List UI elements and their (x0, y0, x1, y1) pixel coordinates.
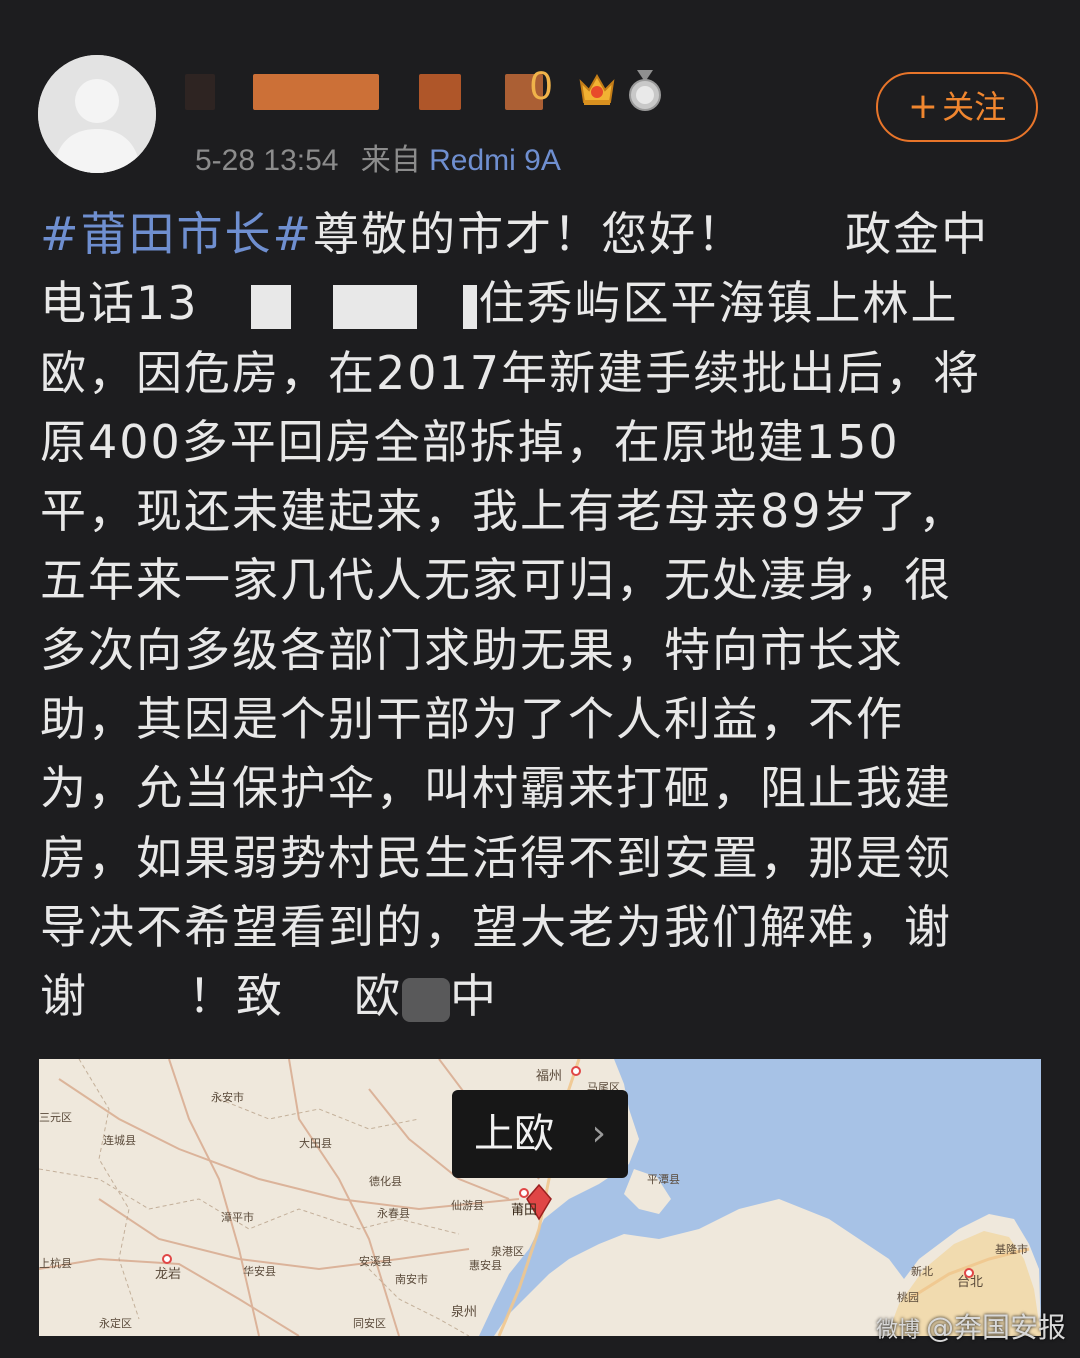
follow-label: 关注 (942, 88, 1007, 126)
location-name: 上欧 (474, 1111, 554, 1157)
crown-badge-icon (579, 73, 615, 105)
post-text: 住秀屿区平海镇上林上 (478, 276, 959, 331)
post-line: 多次向多级各部门求助无果，特向市长求 (40, 622, 904, 677)
map-label: 同安区 (353, 1317, 386, 1330)
map-label: 大田县 (299, 1137, 332, 1150)
weibo-logo-icon: 微博 (875, 1318, 920, 1343)
map-label: 南安市 (395, 1273, 428, 1286)
weibo-watermark: 微博 @奔国安报 (876, 1306, 1066, 1346)
username-redacted[interactable]: 0 (175, 60, 661, 120)
post-text: 欧 (354, 969, 402, 1024)
post-meta: 5-28 13:54 来自 Redmi 9A (195, 135, 561, 179)
post-text: 电话13 (40, 276, 199, 331)
post-line: 助，其因是个别干部为了个人利益，不作 (40, 692, 904, 747)
post-line: 欧，因危房，在2017年新建手续批出后，将 (40, 345, 982, 400)
map-label: 三元区 (39, 1111, 72, 1124)
map-label: 永定区 (99, 1317, 132, 1330)
post-line: 原400多平回房全部拆掉，在原地建150 (40, 414, 900, 469)
user-avatar[interactable] (38, 55, 156, 173)
post-header: 0 5-28 13:54 来自 Redmi 9A + 关注 (0, 40, 1080, 190)
post-line: 平，现还未建起来，我上有老母亲89岁了， (40, 484, 967, 539)
post-text: 中 (450, 969, 498, 1024)
post-line: 五年来一家几代人无家可归，无处凄身，很 (40, 553, 952, 608)
map-label: 仙游县 (451, 1199, 484, 1212)
post-timestamp: 5-28 13:54 (195, 144, 339, 177)
watermark-text: @奔国安报 (925, 1311, 1066, 1344)
map-label: 新北 (911, 1265, 933, 1278)
post-line: 导决不希望看到的，望大老为我们解难，谢 (40, 899, 952, 954)
chevron-right-icon: › (591, 1113, 606, 1154)
default-avatar-icon (38, 55, 156, 173)
map-label: 惠安县 (469, 1259, 502, 1272)
map-label: 福州 (536, 1069, 563, 1084)
post-body: #莆田市长#尊敬的市才！您好！ 政金中 电话13 住秀屿区平海镇上林上 欧，因危房，… (40, 200, 1040, 1032)
medal-badge-icon (629, 70, 661, 111)
follow-button[interactable]: + 关注 (876, 72, 1038, 142)
map-label: 台北 (957, 1275, 984, 1290)
post-text: 谢 (40, 969, 88, 1024)
map-label: 基隆市 (995, 1243, 1028, 1256)
post-text: 尊敬的市才！您好！ (313, 207, 746, 261)
device-link[interactable]: Redmi 9A (429, 144, 561, 177)
map-label: 安溪县 (359, 1255, 392, 1268)
post-line: 为，允当保护伞，叫村霸来打砸，阻止我建 (40, 761, 952, 816)
location-popup[interactable]: 上欧 › (452, 1090, 628, 1178)
post-line: 电话13 住秀屿区平海镇上林上 (40, 269, 1040, 338)
map-label: 桃园 (897, 1291, 919, 1304)
map-label: 永安市 (211, 1091, 244, 1104)
plus-icon: + (907, 86, 939, 127)
redacted-phone (462, 284, 477, 329)
source-label: 来自 (360, 144, 421, 177)
map-label: 上杭县 (39, 1257, 72, 1270)
post-line: #莆田市长#尊敬的市才！您好！ 政金中 (40, 200, 1040, 269)
redacted-phone (250, 284, 291, 329)
redacted-phone (332, 284, 417, 329)
map-label: 平潭县 (647, 1173, 680, 1186)
map-label: 德化县 (369, 1175, 402, 1188)
post-line: 房，如果弱势村民生活得不到安置，那是领 (40, 830, 952, 885)
redacted-name (402, 977, 450, 1022)
username-visible-tail: 0 (530, 64, 553, 108)
location-map[interactable]: 福州 马尾区 永安市 三元区 连城县 大田县 德化县 永春县 仙游县 莆田 平潭… (39, 1059, 1041, 1336)
map-label: 莆田 (511, 1203, 538, 1218)
post-text: ！致 (188, 969, 284, 1024)
hashtag-link[interactable]: #莆田市长# (40, 207, 313, 261)
map-label: 漳平市 (221, 1211, 254, 1224)
map-label: 华安县 (243, 1265, 276, 1278)
map-label: 连城县 (103, 1134, 136, 1147)
map-label: 永春县 (377, 1207, 410, 1220)
weibo-post: 0 5-28 13:54 来自 Redmi 9A + 关注 #莆田市长#尊敬的市才… (0, 0, 1080, 1358)
post-text: 政金中 (845, 207, 990, 261)
map-label: 泉州 (451, 1305, 478, 1320)
map-label: 龙岩 (155, 1267, 182, 1282)
post-line: 谢 ！致 欧中 (40, 962, 1040, 1031)
